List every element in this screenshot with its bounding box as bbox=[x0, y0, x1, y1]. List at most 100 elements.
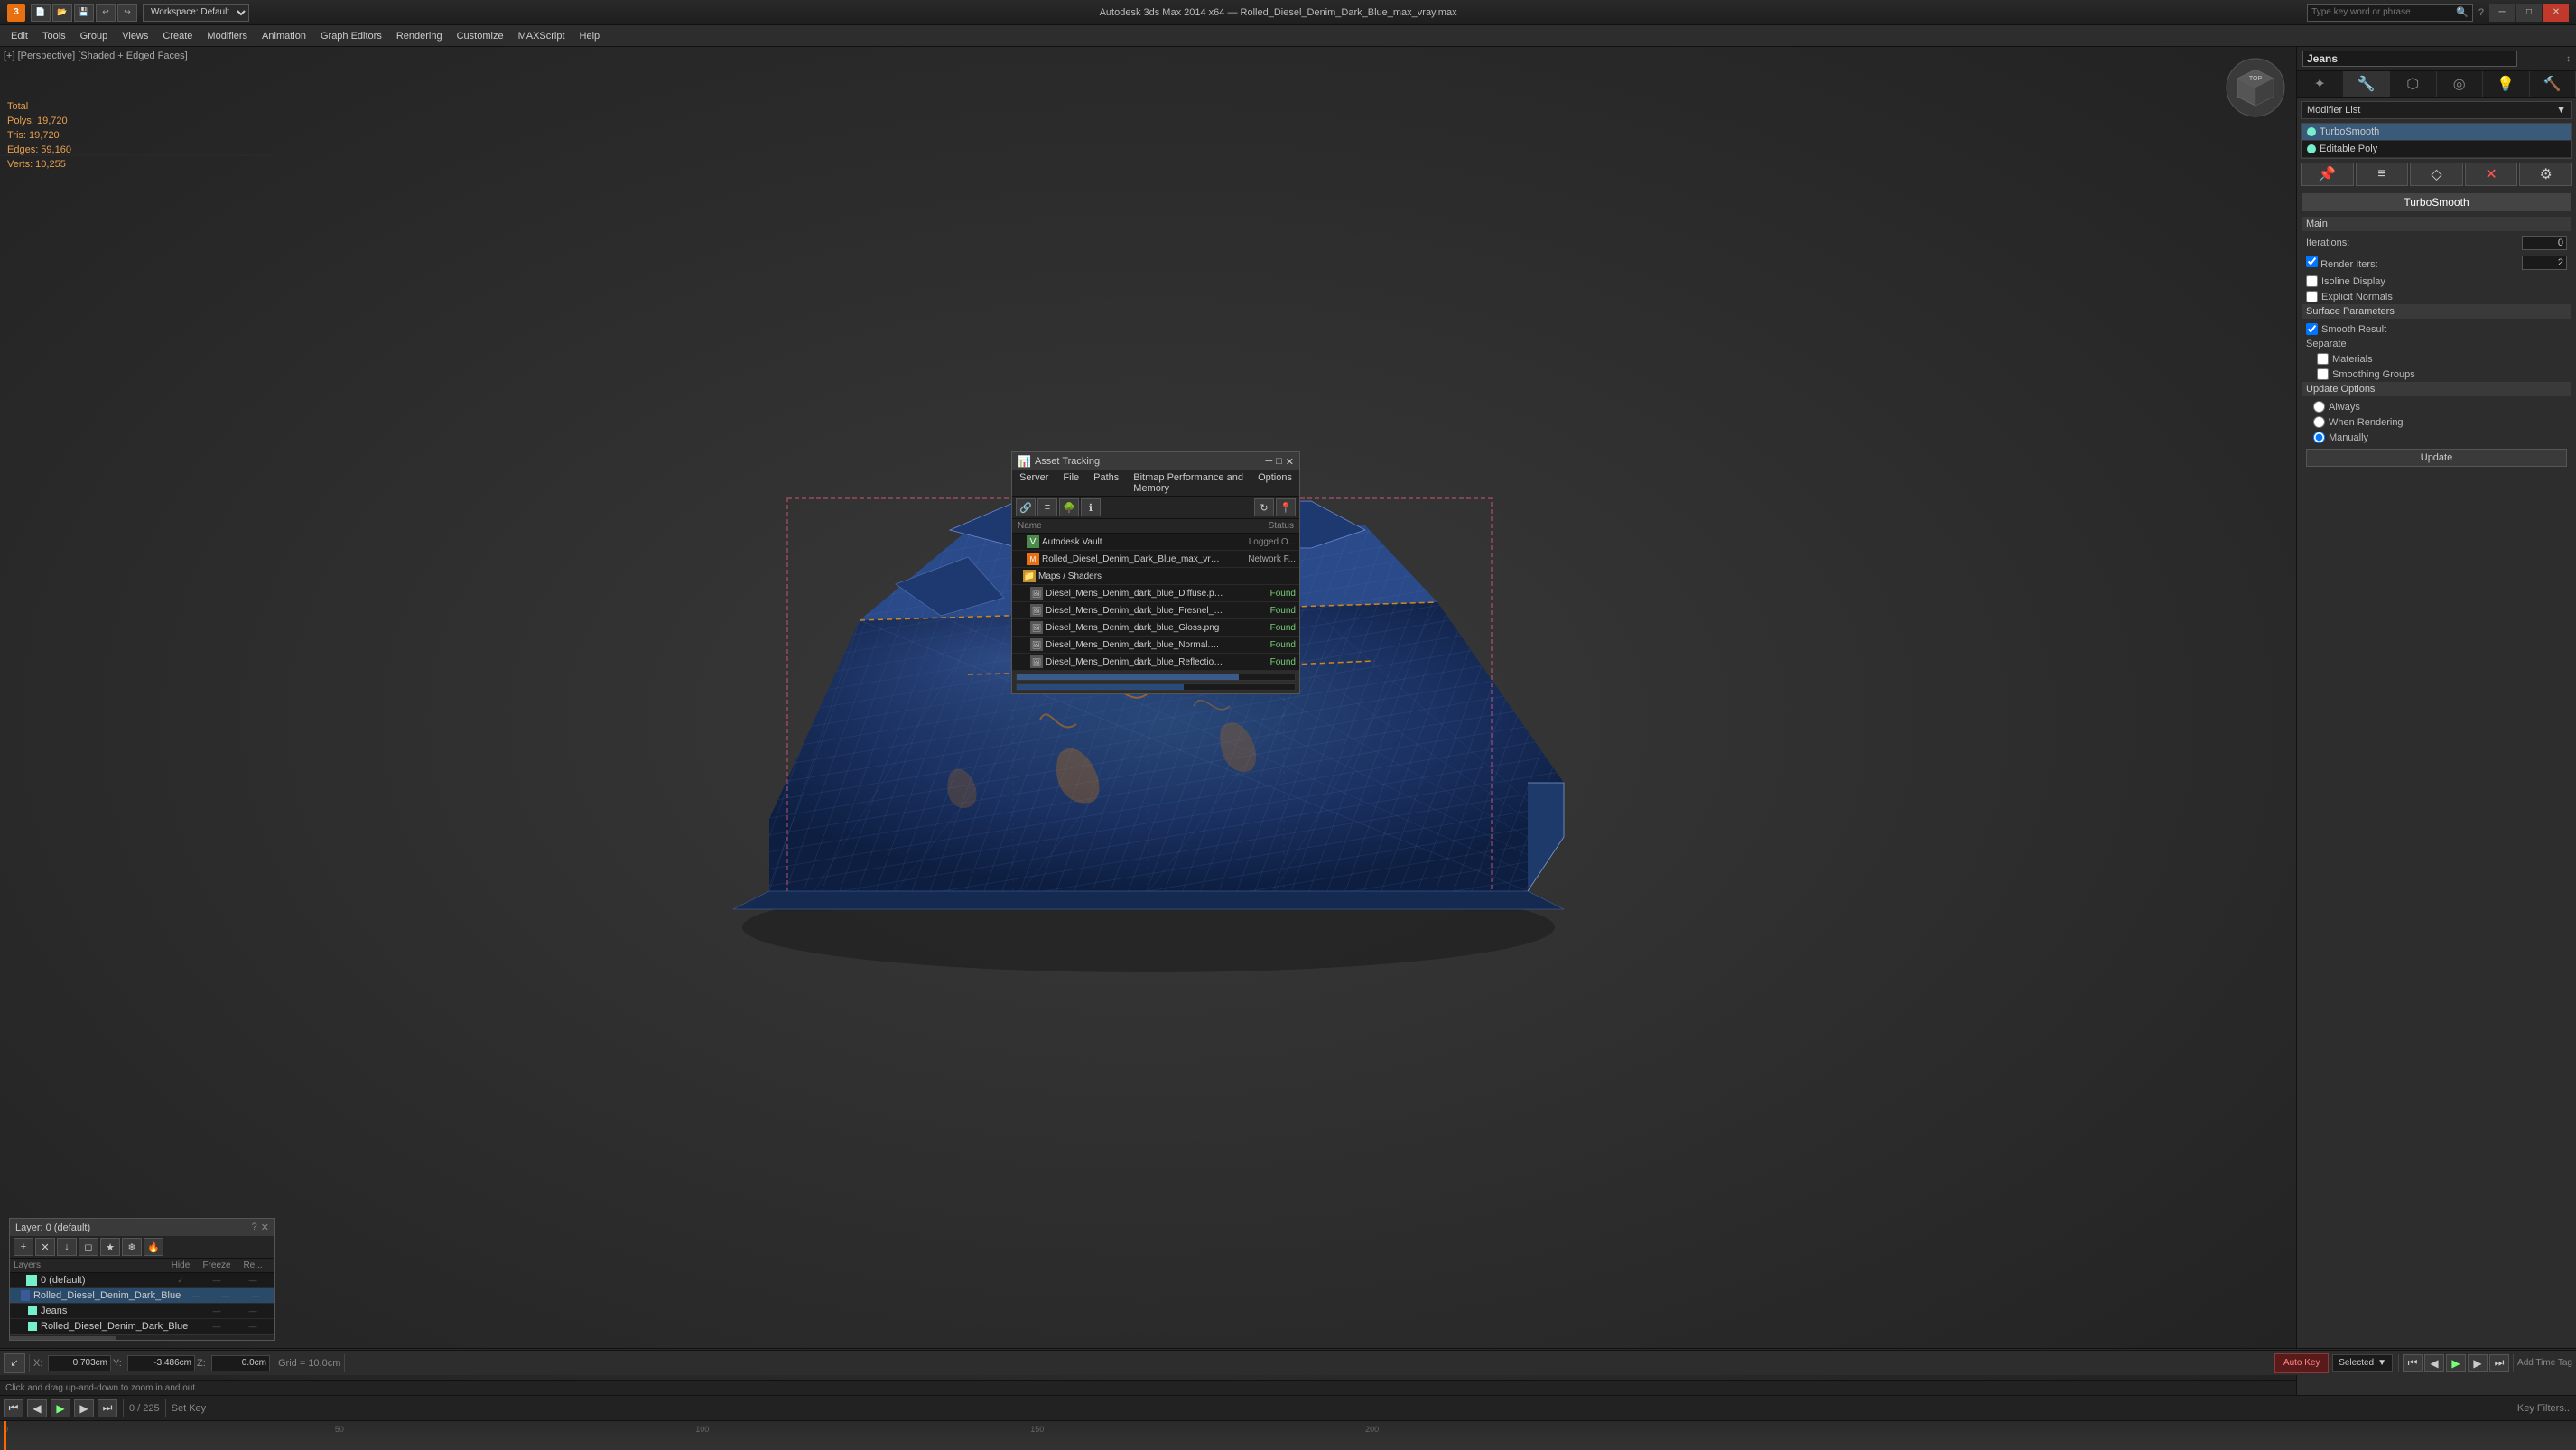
asset-menu-paths[interactable]: Paths bbox=[1086, 470, 1126, 496]
show-all-subtrees-btn[interactable]: ≡ bbox=[2356, 163, 2409, 186]
isoline-checkbox[interactable] bbox=[2306, 275, 2318, 287]
layer-set-current-btn[interactable]: ★ bbox=[100, 1238, 120, 1256]
menu-item-rendering[interactable]: Rendering bbox=[389, 25, 450, 47]
menu-item-help[interactable]: Help bbox=[572, 25, 608, 47]
menu-item-views[interactable]: Views bbox=[115, 25, 155, 47]
nav-modify[interactable]: 🔧 bbox=[2344, 71, 2391, 97]
asset-item-rolled[interactable]: M Rolled_Diesel_Denim_Dark_Blue_max_vray… bbox=[1012, 551, 1299, 568]
asset-item-diffuse[interactable]: 🖼 Diesel_Mens_Denim_dark_blue_Diffuse.pn… bbox=[1012, 585, 1299, 602]
viewport[interactable]: [+] [Perspective] [Shaded + Edged Faces]… bbox=[0, 47, 2296, 1395]
visibility-bulb-editablepoly[interactable] bbox=[2307, 144, 2316, 153]
asset-menu-server[interactable]: Server bbox=[1012, 470, 1056, 496]
menu-item-group[interactable]: Group bbox=[73, 25, 116, 47]
timeline-next[interactable]: ▶ bbox=[74, 1399, 94, 1417]
help-icon[interactable]: ? bbox=[2478, 7, 2484, 18]
update-options-section[interactable]: Update Options bbox=[2302, 382, 2571, 396]
when-rendering-radio[interactable] bbox=[2313, 416, 2325, 428]
layer-select-objects-btn[interactable]: ◻ bbox=[79, 1238, 98, 1256]
prev-frame-btn[interactable]: ◀ bbox=[2424, 1354, 2444, 1372]
key-filters-label[interactable]: Key Filters... bbox=[2517, 1403, 2572, 1414]
open-btn[interactable]: 📂 bbox=[52, 4, 72, 22]
layer-freeze-all-btn[interactable]: ❄ bbox=[122, 1238, 142, 1256]
nav-utilities[interactable]: 🔨 bbox=[2530, 71, 2576, 97]
timeline-track[interactable]: 0 50 100 150 200 bbox=[0, 1421, 2576, 1450]
asset-info-btn[interactable]: ℹ bbox=[1081, 498, 1101, 516]
asset-menu-bitmap[interactable]: Bitmap Performance and Memory bbox=[1126, 470, 1251, 496]
update-button[interactable]: Update bbox=[2306, 449, 2567, 467]
asset-item-gloss[interactable]: 🖼 Diesel_Mens_Denim_dark_blue_Gloss.png … bbox=[1012, 619, 1299, 637]
materials-checkbox[interactable] bbox=[2317, 353, 2329, 365]
layer-item-rolled2[interactable]: Rolled_Diesel_Denim_Dark_Blue — — bbox=[10, 1319, 274, 1334]
asset-close-btn[interactable]: ✕ bbox=[1286, 456, 1294, 468]
new-btn[interactable]: 📄 bbox=[31, 4, 51, 22]
timeline-cursor[interactable] bbox=[4, 1421, 6, 1450]
z-input[interactable] bbox=[211, 1355, 270, 1371]
layer-item-rolled[interactable]: Rolled_Diesel_Denim_Dark_Blue — — — bbox=[10, 1288, 274, 1304]
stack-item-editablepoly[interactable]: Editable Poly bbox=[2302, 141, 2571, 158]
asset-item-vault[interactable]: V Autodesk Vault Logged O... bbox=[1012, 534, 1299, 551]
menu-item-graph-editors[interactable]: Graph Editors bbox=[313, 25, 389, 47]
smoothing-groups-checkbox[interactable] bbox=[2317, 368, 2329, 380]
smooth-result-checkbox[interactable] bbox=[2306, 323, 2318, 335]
search-input[interactable] bbox=[2311, 7, 2456, 17]
main-section[interactable]: Main bbox=[2302, 217, 2571, 231]
manually-radio[interactable] bbox=[2313, 432, 2325, 443]
render-iters-checkbox[interactable] bbox=[2306, 256, 2318, 267]
iterations-input[interactable] bbox=[2522, 236, 2567, 250]
modifier-list-dropdown[interactable]: Modifier List ▼ bbox=[2301, 101, 2572, 119]
pin-stack-btn[interactable]: 📌 bbox=[2301, 163, 2354, 186]
go-start-btn[interactable]: ⏮ bbox=[2403, 1354, 2423, 1372]
remove-modifier-btn[interactable]: ✕ bbox=[2465, 163, 2518, 186]
stack-item-turbosmooth[interactable]: TurboSmooth bbox=[2302, 124, 2571, 141]
play-btn[interactable]: ▶ bbox=[2446, 1354, 2466, 1372]
menu-item-edit[interactable]: Edit bbox=[4, 25, 35, 47]
asset-resolve-btn[interactable]: 🔗 bbox=[1016, 498, 1036, 516]
asset-menu-options[interactable]: Options bbox=[1251, 470, 1299, 496]
menu-item-tools[interactable]: Tools bbox=[35, 25, 73, 47]
menu-item-modifiers[interactable]: Modifiers bbox=[200, 25, 255, 47]
asset-menu-file[interactable]: File bbox=[1056, 470, 1086, 496]
timeline-go-end[interactable]: ⏭ bbox=[98, 1399, 117, 1417]
next-frame-btn[interactable]: ▶ bbox=[2468, 1354, 2488, 1372]
layer-help-btn[interactable]: ? bbox=[252, 1222, 257, 1233]
layer-item-default[interactable]: 0 (default) ✓ — — bbox=[10, 1273, 274, 1288]
asset-tree-view-btn[interactable]: 🌳 bbox=[1059, 498, 1079, 516]
menu-item-create[interactable]: Create bbox=[155, 25, 200, 47]
maximize-btn[interactable]: □ bbox=[2516, 4, 2542, 22]
nav-display[interactable]: 💡 bbox=[2483, 71, 2530, 97]
asset-maximize-btn[interactable]: □ bbox=[1276, 456, 1282, 468]
asset-item-fresnel[interactable]: 🖼 Diesel_Mens_Denim_dark_blue_Fresnel_io… bbox=[1012, 602, 1299, 619]
surface-params-section[interactable]: Surface Parameters bbox=[2302, 304, 2571, 319]
layer-add-selected-btn[interactable]: ↓ bbox=[57, 1238, 77, 1256]
asset-item-maps[interactable]: 📁 Maps / Shaders bbox=[1012, 568, 1299, 585]
timeline-play[interactable]: ▶ bbox=[51, 1399, 70, 1417]
layer-close-btn[interactable]: ✕ bbox=[261, 1222, 269, 1233]
timeline-go-start[interactable]: ⏮ bbox=[4, 1399, 23, 1417]
nav-hierarchy[interactable]: ⬡ bbox=[2390, 71, 2437, 97]
explicit-normals-checkbox[interactable] bbox=[2306, 291, 2318, 302]
auto-key-btn[interactable]: Auto Key bbox=[2274, 1353, 2329, 1373]
timeline-prev[interactable]: ◀ bbox=[27, 1399, 47, 1417]
asset-list-view-btn[interactable]: ≡ bbox=[1037, 498, 1057, 516]
menu-item-animation[interactable]: Animation bbox=[255, 25, 313, 47]
visibility-bulb-turbosmooth[interactable] bbox=[2307, 127, 2316, 136]
asset-locate-btn[interactable]: 📍 bbox=[1276, 498, 1296, 516]
layer-new-btn[interactable]: + bbox=[14, 1238, 33, 1256]
menu-item-customize[interactable]: Customize bbox=[450, 25, 511, 47]
menu-item-maxscript[interactable]: MAXScript bbox=[511, 25, 572, 47]
go-end-btn[interactable]: ⏭ bbox=[2489, 1354, 2509, 1372]
search-box[interactable]: 🔍 bbox=[2307, 4, 2473, 22]
asset-item-normal[interactable]: 🖼 Diesel_Mens_Denim_dark_blue_Normal.png… bbox=[1012, 637, 1299, 654]
save-btn[interactable]: 💾 bbox=[74, 4, 94, 22]
minimize-btn[interactable]: ─ bbox=[2489, 4, 2515, 22]
y-input[interactable] bbox=[127, 1355, 195, 1371]
select-btn[interactable]: ↙ bbox=[4, 1353, 25, 1373]
nav-create[interactable]: ✦ bbox=[2297, 71, 2344, 97]
workspace-select[interactable]: Workspace: Default bbox=[143, 4, 249, 22]
nav-motion[interactable]: ◎ bbox=[2437, 71, 2484, 97]
x-input[interactable] bbox=[48, 1355, 111, 1371]
layer-scrollbar[interactable] bbox=[10, 1336, 116, 1340]
layer-unfreeze-all-btn[interactable]: 🔥 bbox=[144, 1238, 163, 1256]
selected-dropdown[interactable]: Selected ▼ bbox=[2332, 1354, 2393, 1372]
always-radio[interactable] bbox=[2313, 401, 2325, 413]
